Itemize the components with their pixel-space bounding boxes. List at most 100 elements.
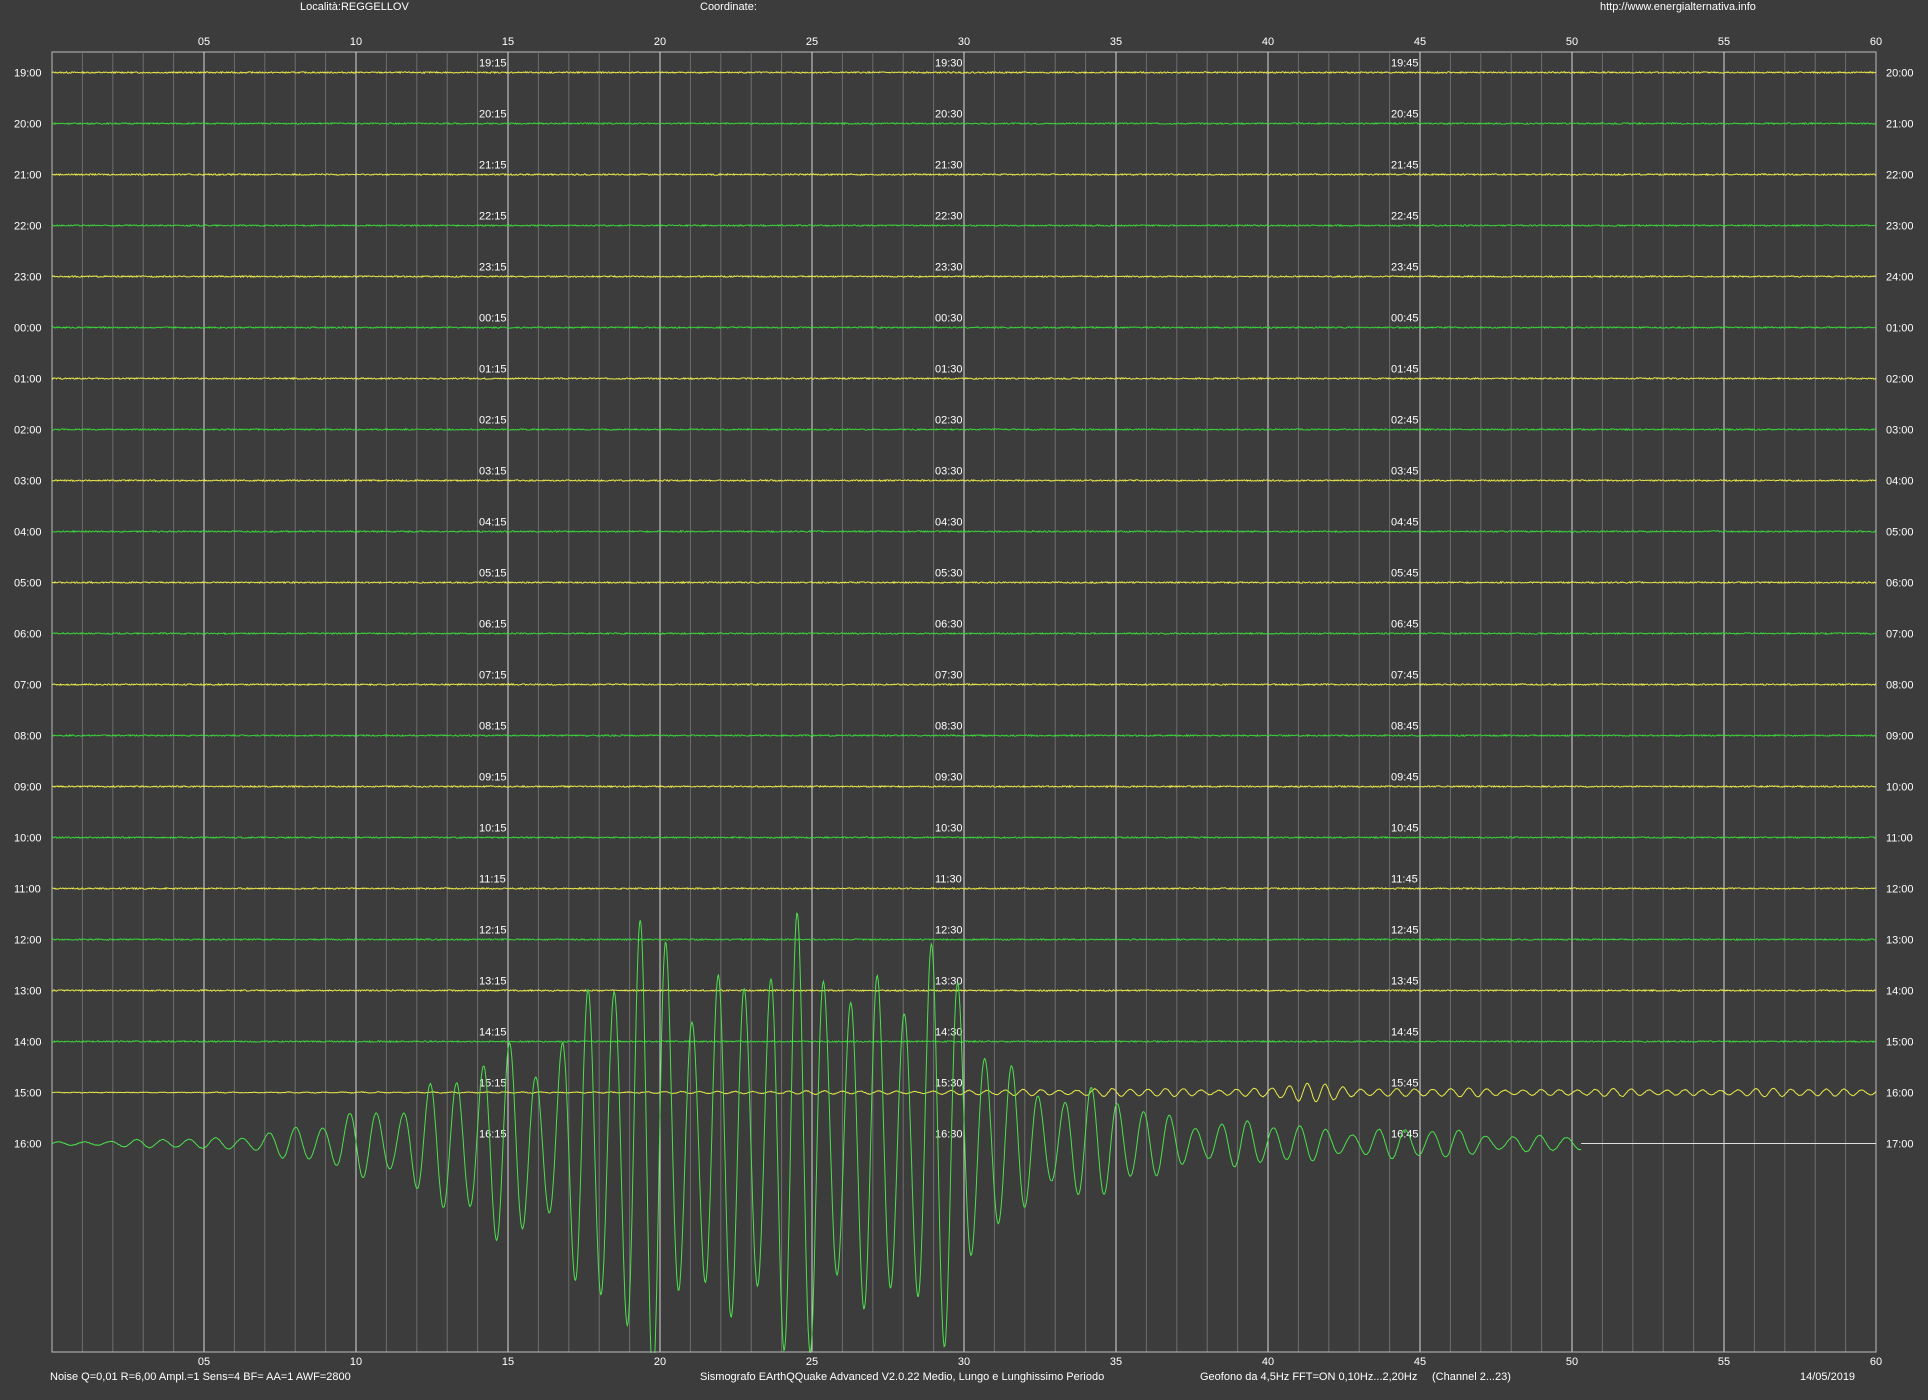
hour-label-right: 09:00 — [1886, 731, 1914, 743]
quarter-label: 03:15 — [479, 466, 507, 478]
hour-label-right: 22:00 — [1886, 170, 1914, 182]
quarter-label: 13:15 — [479, 976, 507, 988]
hour-label-left: 10:00 — [14, 833, 42, 845]
quarter-label: 14:15 — [479, 1027, 507, 1039]
hour-label-left: 03:00 — [14, 476, 42, 488]
hour-label-left: 07:00 — [14, 680, 42, 692]
quarter-label: 21:45 — [1391, 160, 1419, 172]
quarter-label: 16:15 — [479, 1129, 507, 1141]
settings-label: Noise Q=0,01 R=6,00 Ampl.=1 Sens=4 BF= A… — [50, 1371, 351, 1383]
quarter-label: 11:15 — [479, 874, 506, 886]
hour-label-right: 20:00 — [1886, 68, 1914, 80]
hour-label-left: 15:00 — [14, 1088, 42, 1100]
quarter-label: 15:30 — [935, 1078, 963, 1090]
quarter-label: 09:15 — [479, 772, 507, 784]
sensor-label: Geofono da 4,5Hz FFT=ON 0,10Hz...2,20Hz — [1200, 1371, 1418, 1383]
quarter-label: 19:30 — [935, 58, 963, 70]
x-tick-label-top: 30 — [958, 36, 970, 48]
x-tick-label-bottom: 55 — [1718, 1356, 1730, 1368]
hour-label-right: 23:00 — [1886, 221, 1914, 233]
hour-label-right: 04:00 — [1886, 476, 1914, 488]
x-tick-label-bottom: 50 — [1566, 1356, 1578, 1368]
x-tick-label-top: 10 — [350, 36, 362, 48]
quarter-label: 15:45 — [1391, 1078, 1419, 1090]
x-tick-label-bottom: 40 — [1262, 1356, 1274, 1368]
quarter-label: 20:30 — [935, 109, 963, 121]
quarter-label: 00:45 — [1391, 313, 1419, 325]
quarter-label: 04:15 — [479, 517, 507, 529]
hour-label-right: 13:00 — [1886, 935, 1914, 947]
hour-label-right: 12:00 — [1886, 884, 1914, 896]
x-tick-label-top: 50 — [1566, 36, 1578, 48]
quarter-label: 06:15 — [479, 619, 507, 631]
hour-label-left: 02:00 — [14, 425, 42, 437]
seismograph-window: Località:REGGELLOV Coordinate: http://ww… — [0, 0, 1928, 1400]
hour-label-left: 12:00 — [14, 935, 42, 947]
x-tick-label-top: 25 — [806, 36, 818, 48]
x-tick-label-bottom: 35 — [1110, 1356, 1122, 1368]
hour-label-left: 06:00 — [14, 629, 42, 641]
x-tick-label-top: 20 — [654, 36, 666, 48]
quarter-label: 02:45 — [1391, 415, 1419, 427]
quarter-label: 22:15 — [479, 211, 507, 223]
hour-label-right: 11:00 — [1886, 833, 1913, 845]
quarter-label: 22:30 — [935, 211, 963, 223]
hour-label-right: 07:00 — [1886, 629, 1914, 641]
quarter-label: 03:30 — [935, 466, 963, 478]
seismic-trace-1600 — [51, 912, 1582, 1381]
quarter-label: 12:45 — [1391, 925, 1419, 937]
hour-label-right: 03:00 — [1886, 425, 1914, 437]
hour-label-right: 05:00 — [1886, 527, 1914, 539]
channel-label: (Channel 2...23) — [1432, 1371, 1511, 1383]
quarter-label: 22:45 — [1391, 211, 1419, 223]
hour-label-left: 20:00 — [14, 119, 42, 131]
x-tick-label-bottom: 30 — [958, 1356, 970, 1368]
quarter-label: 08:15 — [479, 721, 507, 733]
hour-label-left: 21:00 — [14, 170, 42, 182]
quarter-label: 12:30 — [935, 925, 963, 937]
hour-label-right: 02:00 — [1886, 374, 1914, 386]
quarter-label: 21:30 — [935, 160, 963, 172]
quarter-label: 23:45 — [1391, 262, 1419, 274]
date-label: 14/05/2019 — [1800, 1371, 1856, 1383]
quarter-label: 09:30 — [935, 772, 963, 784]
hour-label-right: 17:00 — [1886, 1139, 1914, 1151]
hour-label-right: 14:00 — [1886, 986, 1914, 998]
quarter-label: 19:15 — [479, 58, 507, 70]
quarter-label: 10:15 — [479, 823, 507, 835]
quarter-label: 20:45 — [1391, 109, 1419, 121]
quarter-label: 12:15 — [479, 925, 507, 937]
quarter-label: 05:45 — [1391, 568, 1419, 580]
hour-label-left: 04:00 — [14, 527, 42, 539]
quarter-label: 23:15 — [479, 262, 507, 274]
hour-label-left: 19:00 — [14, 68, 42, 80]
hour-label-right: 08:00 — [1886, 680, 1914, 692]
x-tick-label-top: 60 — [1870, 36, 1882, 48]
quarter-label: 02:15 — [479, 415, 507, 427]
hour-label-left: 16:00 — [14, 1139, 42, 1151]
quarter-label: 04:45 — [1391, 517, 1419, 529]
software-label: Sismografo EArthQQuake Advanced V2.0.22 … — [700, 1371, 1105, 1383]
quarter-label: 05:15 — [479, 568, 507, 580]
quarter-label: 04:30 — [935, 517, 963, 529]
hour-label-left: 13:00 — [14, 986, 42, 998]
helicorder-chart: 05 05 10 10 15 15 20 20 25 25 30 30 35 35 40 40 45 45 50 50… — [0, 36, 1928, 1400]
hour-label-left: 11:00 — [14, 884, 41, 896]
quarter-label: 01:45 — [1391, 364, 1419, 376]
x-tick-label-bottom: 45 — [1414, 1356, 1426, 1368]
hour-label-left: 05:00 — [14, 578, 42, 590]
quarter-label: 11:30 — [935, 874, 962, 886]
hour-label-left: 00:00 — [14, 323, 42, 335]
hour-label-right: 15:00 — [1886, 1037, 1914, 1049]
quarter-label: 21:15 — [479, 160, 507, 172]
quarter-label: 10:45 — [1391, 823, 1419, 835]
x-tick-label-bottom: 25 — [806, 1356, 818, 1368]
x-tick-label-bottom: 05 — [198, 1356, 210, 1368]
quarter-label: 16:30 — [935, 1129, 963, 1141]
hour-label-right: 01:00 — [1886, 323, 1914, 335]
quarter-label: 01:15 — [479, 364, 507, 376]
x-tick-label-bottom: 60 — [1870, 1356, 1882, 1368]
quarter-label: 00:30 — [935, 313, 963, 325]
hour-label-right: 10:00 — [1886, 782, 1914, 794]
x-tick-label-top: 15 — [502, 36, 514, 48]
